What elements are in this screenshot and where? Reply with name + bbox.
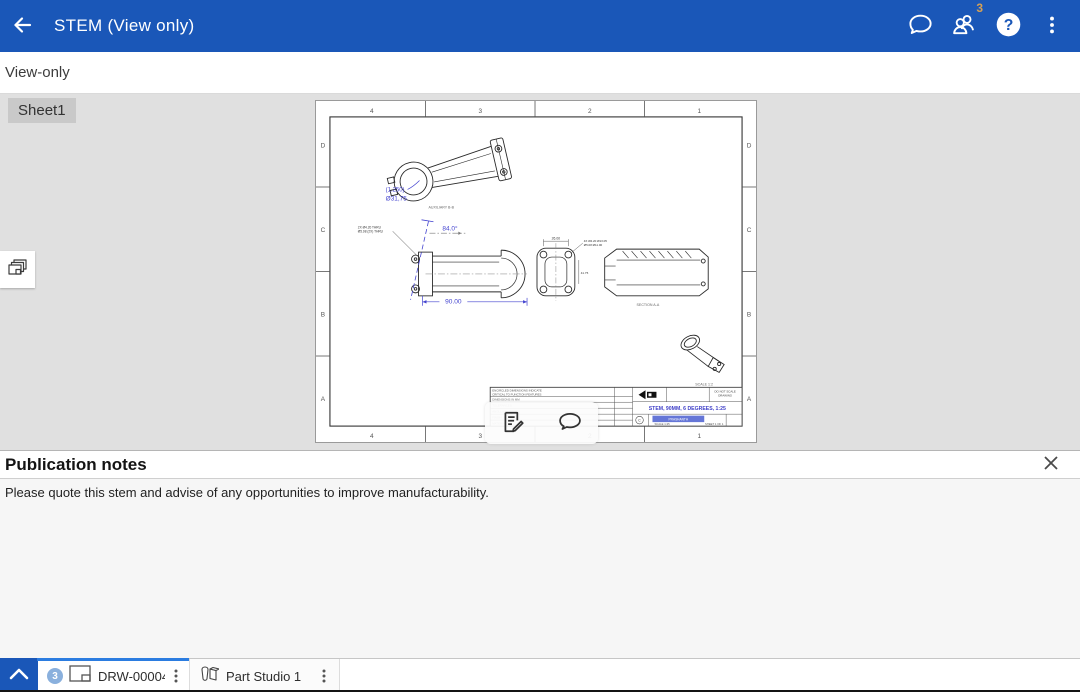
zone-row-label: D xyxy=(321,143,326,150)
tb-rev-cell: PRASHANTH xyxy=(669,418,689,422)
comments-button[interactable] xyxy=(898,0,942,52)
front-view-dimensions: 84.0° 90.00 2X Ø4.20 THRU Ø5.08 (2X) THR… xyxy=(358,220,527,306)
floating-toolbar xyxy=(485,402,598,444)
section-view-label: SECTION A-A xyxy=(637,303,660,307)
zone-col-label: 4 xyxy=(370,108,374,115)
tab-part-studio[interactable]: Part Studio 1 xyxy=(190,659,340,692)
dim-plate-height: 41.75 xyxy=(581,271,589,275)
part-studio-icon xyxy=(199,664,219,689)
aux-view-label: AUXILIARY B-B xyxy=(428,205,454,209)
dim-angle: 84.0° xyxy=(442,225,458,233)
sheets-panel-button[interactable] xyxy=(0,251,35,288)
publication-notes-button[interactable] xyxy=(489,403,537,443)
zone-col-label: 2 xyxy=(588,108,592,115)
publication-notes-body: Please quote this stem and advise of any… xyxy=(0,479,1080,506)
zone-row-label: A xyxy=(747,396,752,403)
people-icon xyxy=(950,11,978,42)
close-icon xyxy=(1042,454,1060,475)
sheet-tab[interactable]: Sheet1 xyxy=(8,98,76,123)
back-button[interactable] xyxy=(0,0,44,52)
app-bar-actions: 3 ? xyxy=(898,0,1080,52)
dim-length: 90.00 xyxy=(445,298,462,305)
chat-bubble-icon xyxy=(907,11,934,41)
iso-scale-label: SCALE 1:2 xyxy=(695,382,713,386)
tab-drawing[interactable]: 3 DRW-000041 xyxy=(38,659,190,692)
app-bar: STEM (View only) 3 xyxy=(0,0,1080,52)
chevron-up-icon xyxy=(6,664,32,687)
comment-bubble-icon xyxy=(556,408,584,439)
tb-note: CRITICAL TO FUNCTION FEATURES xyxy=(492,392,541,396)
zone-row-label: A xyxy=(321,396,326,403)
end-view xyxy=(537,243,575,301)
tb-scale: SCALE 1:25 xyxy=(654,422,670,426)
overflow-menu-button[interactable] xyxy=(1030,0,1074,52)
expand-tabs-button[interactable] xyxy=(0,658,38,692)
hole-note: Ø5.08 (2X) THRU xyxy=(358,230,384,234)
publication-notes-title: Publication notes xyxy=(5,455,147,475)
tb-title: STEM, 90MM, 6 DEGREES, 1:25 xyxy=(649,406,726,412)
stacked-sheets-icon xyxy=(6,256,30,283)
view-mode-bar: View-only xyxy=(0,52,1080,94)
section-view xyxy=(605,249,709,296)
zone-col-label: 3 xyxy=(478,433,482,440)
drawing-canvas[interactable]: Sheet1 xyxy=(0,94,1080,450)
app-screen: STEM (View only) 3 xyxy=(0,0,1080,692)
tb-dns: DRAWING xyxy=(718,393,733,397)
iso-view xyxy=(678,332,724,372)
help-button[interactable]: ? xyxy=(986,0,1030,52)
zone-col-label: 1 xyxy=(697,433,701,440)
dim-plate-width: 26.00 xyxy=(552,237,561,241)
zone-col-label: 4 xyxy=(370,433,374,440)
svg-text:?: ? xyxy=(1003,17,1013,34)
share-users-button[interactable]: 3 xyxy=(942,0,986,52)
zone-col-label: 1 xyxy=(697,108,701,115)
zone-row-label: B xyxy=(321,312,325,319)
help-icon: ? xyxy=(995,11,1022,41)
zone-row-label: C xyxy=(747,227,752,234)
dim-aux-diameter: Ø31,75 xyxy=(386,195,408,202)
drawing-sheet[interactable]: 4 3 2 1 4 3 2 1 D C B A D C B A xyxy=(315,100,757,443)
zone-row-label: D xyxy=(747,143,752,150)
bottom-tab-bar: 3 DRW-000041 Pa xyxy=(0,658,1080,692)
overflow-dots-icon xyxy=(1041,14,1063,39)
page-title: STEM (View only) xyxy=(54,16,195,36)
view-mode-label: View-only xyxy=(5,64,70,81)
share-count-badge: 3 xyxy=(976,1,983,15)
bolt-note: Ø5.08 Ø11.00 xyxy=(584,243,603,247)
note-edit-icon xyxy=(500,409,526,438)
front-view xyxy=(412,250,527,298)
tab-menu-button[interactable] xyxy=(165,659,187,692)
tab-menu-button[interactable] xyxy=(311,659,337,692)
drawing-sheet-icon xyxy=(69,665,91,687)
tab-label: DRW-000041 xyxy=(98,669,165,684)
publication-notes-panel: Publication notes Please quote this stem… xyxy=(0,450,1080,658)
aux-view-dimensions: (1.250) Ø31,75 AUXILIARY B-B xyxy=(386,181,455,210)
zone-col-label: 3 xyxy=(478,108,482,115)
comment-button[interactable] xyxy=(546,403,594,443)
close-publication-notes-button[interactable] xyxy=(1036,452,1066,478)
tab-label: Part Studio 1 xyxy=(226,669,301,684)
end-view-dimensions: 26.00 4X Ø4.20 Ø13.05 Ø5.08 Ø11.00 41.75 xyxy=(543,237,607,284)
tb-sheet: SHEET 1 OF 1 xyxy=(705,422,724,426)
dim-aux-ref: (1.250) xyxy=(386,187,405,193)
publication-notes-header: Publication notes xyxy=(0,451,1080,479)
zone-row-label: C xyxy=(321,227,326,234)
tab-badge: 3 xyxy=(47,668,63,684)
zone-row-label: B xyxy=(747,312,751,319)
drawing-sheet-svg: 4 3 2 1 4 3 2 1 D C B A D C B A xyxy=(316,101,756,442)
back-arrow-icon xyxy=(10,13,34,40)
